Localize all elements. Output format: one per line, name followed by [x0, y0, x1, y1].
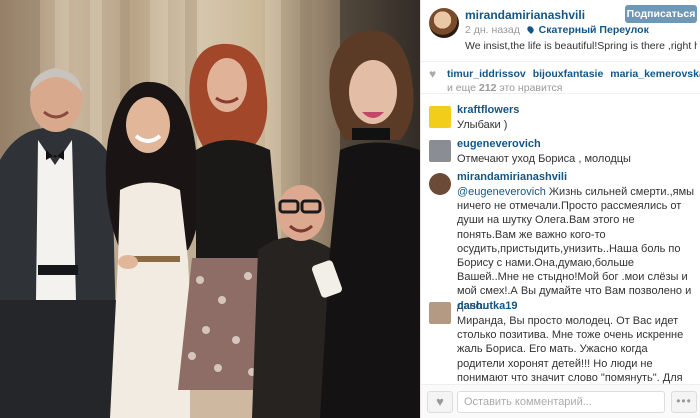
liker-username[interactable]: maria_kemerovskaya — [610, 68, 700, 80]
comment-item: dashutka19 Миранда, Вы просто молодец. О… — [421, 300, 700, 384]
post-header: mirandamirianashvili Подписаться 2 дн. н… — [421, 0, 700, 62]
post-photo — [0, 0, 420, 418]
commenter-username[interactable]: mirandamirianashvili — [457, 171, 567, 183]
post-meta: 2 дн. назад Скатерный Переулок — [465, 24, 649, 36]
commenter-avatar[interactable] — [429, 173, 451, 195]
follow-button[interactable]: Подписаться — [625, 5, 697, 23]
commenter-avatar[interactable] — [429, 140, 451, 162]
author-username[interactable]: mirandamirianashvili — [465, 8, 585, 22]
comment-footer: ♥ ••• — [421, 384, 700, 418]
commenter-username[interactable]: kraftflowers — [457, 104, 519, 116]
post-caption: We insist,the life is beautiful!Spring i… — [465, 40, 697, 52]
post-time[interactable]: 2 дн. назад — [465, 24, 520, 36]
comments-list[interactable]: kraftflowers Улыбаки ) eugeneverovich От… — [421, 100, 700, 384]
location-pin-icon — [525, 24, 535, 35]
comment-mention[interactable]: @eugeneverovich — [457, 186, 546, 198]
commenter-username[interactable]: dashutka19 — [457, 300, 518, 312]
comment-item: kraftflowers Улыбаки ) — [421, 104, 700, 140]
comment-item: eugeneverovich Отмечают уход Бориса , мо… — [421, 138, 700, 172]
more-options-button[interactable]: ••• — [671, 391, 697, 413]
liker-username[interactable]: timur_iddrissov — [447, 68, 526, 80]
photo-illustration — [0, 0, 420, 418]
likes-count-suffix: это нравится — [499, 82, 563, 94]
likers-list: timur_iddrissov bijouxfantasie maria_kem… — [447, 68, 700, 80]
comment-input[interactable] — [457, 391, 665, 413]
author-avatar[interactable] — [429, 8, 459, 38]
post-location[interactable]: Скатерный Переулок — [539, 24, 649, 36]
likes-count-number[interactable]: 212 — [479, 82, 497, 94]
liker-username[interactable]: bijouxfantasie — [533, 68, 604, 80]
comment-text: Улыбаки ) — [457, 119, 508, 131]
commenter-username[interactable]: eugeneverovich — [457, 138, 541, 150]
comment-text: Отмечают уход Бориса , молодцы — [457, 153, 631, 165]
comment-text: @eugeneverovich Жизнь сильней смерти.,ям… — [457, 185, 695, 313]
heart-icon: ♥ — [436, 394, 444, 409]
post-side-panel: mirandamirianashvili Подписаться 2 дн. н… — [420, 0, 700, 418]
likes-count: и еще 212 это нравится — [447, 82, 562, 94]
comment-body: Жизнь сильней смерти.,ямы ничего не отме… — [457, 186, 695, 312]
commenter-avatar[interactable] — [429, 302, 451, 324]
likes-count-prefix: и еще — [447, 82, 476, 94]
commenter-avatar[interactable] — [429, 106, 451, 128]
person-woman-black-dress — [311, 30, 420, 418]
likes-section: ♥ timur_iddrissov bijouxfantasie maria_k… — [421, 62, 700, 94]
comment-item: mirandamirianashvili @eugeneverovich Жиз… — [421, 171, 700, 312]
heart-icon: ♥ — [429, 67, 437, 81]
like-button[interactable]: ♥ — [427, 391, 453, 413]
comment-text: Миранда, Вы просто молодец. От Вас идет … — [457, 315, 684, 384]
